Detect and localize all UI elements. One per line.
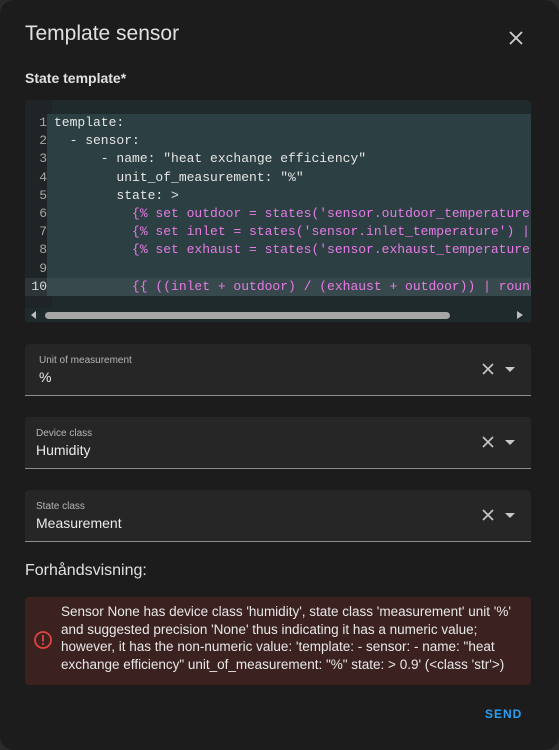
clear-unit-icon[interactable] — [480, 361, 496, 377]
error-alert: Sensor None has device class 'humidity',… — [25, 597, 531, 685]
code-token: set inlet = states('sensor.inlet_tempera… — [147, 224, 531, 240]
device-class-label: Device class — [36, 428, 93, 439]
line-number: 1 — [25, 114, 47, 133]
preview-title: Forhåndsvisning: — [25, 562, 147, 579]
state-template-label: State template* — [25, 70, 127, 86]
unit-of-measurement-select[interactable]: Unit of measurement % — [25, 344, 531, 396]
code-line[interactable]: 2 - sensor: — [25, 132, 531, 151]
send-button[interactable]: SEND — [485, 707, 522, 721]
code-text: - name: "heat exchange efficiency" — [54, 150, 366, 168]
line-number: 6 — [25, 204, 47, 224]
code-token: - sensor: — [54, 133, 140, 149]
unit-of-measurement-label: Unit of measurement — [39, 355, 132, 366]
code-text: state: > — [54, 187, 179, 205]
device-class-select[interactable]: Device class Humidity — [25, 417, 531, 469]
code-line[interactable]: 4 unit_of_measurement: "%" — [25, 168, 531, 187]
line-number: 9 — [25, 259, 47, 278]
state-class-label: State class — [36, 501, 85, 512]
code-text: {% set exhaust = states('sensor.exhaust_… — [54, 241, 531, 259]
code-token: {{ ((inlet + outdoor) / (exhaust + outdo… — [54, 278, 531, 294]
code-token: {% — [54, 224, 148, 240]
clear-state-class-icon[interactable] — [480, 507, 496, 523]
line-number: 7 — [25, 223, 47, 242]
line-number: 10 — [25, 277, 47, 296]
horizontal-scrollbar[interactable] — [25, 308, 531, 322]
code-text: {{ ((inlet + outdoor) / (exhaust + outdo… — [54, 278, 531, 296]
unit-of-measurement-value: % — [39, 369, 52, 385]
scroll-right-arrow-icon[interactable] — [515, 310, 525, 320]
code-line[interactable]: 8 {% set exhaust = states('sensor.exhaus… — [25, 241, 531, 260]
code-line[interactable]: 7 {% set inlet = states('sensor.inlet_te… — [25, 223, 531, 242]
clear-device-class-icon[interactable] — [480, 434, 496, 450]
template-sensor-dialog: Template sensor State template* 1 templat… — [0, 0, 559, 750]
line-number: 8 — [25, 241, 47, 260]
code-line[interactable]: 5 state: > — [25, 186, 531, 205]
code-text: {% set outdoor = states('sensor.outdoor_… — [54, 205, 531, 223]
code-line[interactable]: 3 - name: "heat exchange efficiency" — [25, 150, 531, 169]
close-icon — [509, 31, 523, 45]
scroll-left-arrow-icon[interactable] — [29, 310, 39, 320]
code-token: unit_of_measurement: "%" — [54, 169, 304, 185]
code-token: set exhaust = states('sensor.exhaust_tem… — [147, 242, 531, 258]
code-text: - sensor: — [54, 132, 140, 150]
code-token: template: — [54, 115, 125, 130]
code-text: template: — [54, 114, 124, 132]
error-message: Sensor None has device class 'humidity',… — [61, 604, 511, 672]
dialog-title: Template sensor — [25, 22, 180, 45]
code-token: set outdoor = states('sensor.outdoor_tem… — [147, 205, 531, 221]
state-class-select[interactable]: State class Measurement — [25, 490, 531, 542]
close-button[interactable] — [500, 22, 532, 54]
device-class-value: Humidity — [36, 442, 91, 458]
code-token: - name: "heat exchange efficiency" — [54, 151, 367, 167]
code-token: {% — [54, 242, 148, 258]
line-number: 2 — [25, 132, 47, 151]
code-text: unit_of_measurement: "%" — [54, 169, 304, 187]
chevron-down-icon[interactable] — [502, 434, 518, 450]
chevron-down-icon[interactable] — [502, 361, 518, 377]
state-template-editor[interactable]: 1 template: 2 - sensor: 3 - name: "heat exc… — [25, 100, 531, 322]
line-number: 3 — [25, 150, 47, 169]
code-token: {% — [54, 205, 148, 221]
code-line[interactable]: 9 — [25, 259, 531, 278]
code-line[interactable]: 10 {{ ((inlet + outdoor) / (exhaust + ou… — [25, 277, 531, 296]
line-number: 4 — [25, 168, 47, 187]
code-text: {% set inlet = states('sensor.inlet_temp… — [54, 223, 531, 241]
line-number: 5 — [25, 186, 47, 205]
code-area[interactable]: 1 template: 2 - sensor: 3 - name: "heat exc… — [25, 114, 531, 296]
state-class-value: Measurement — [36, 515, 122, 531]
scrollbar-thumb[interactable] — [45, 312, 450, 319]
alert-circle-icon — [33, 630, 53, 650]
code-token: state: > — [54, 187, 179, 203]
chevron-down-icon[interactable] — [502, 507, 518, 523]
code-line[interactable]: 6 {% set outdoor = states('sensor.outdoo… — [25, 204, 531, 224]
code-line[interactable]: 1 template: — [25, 114, 531, 133]
